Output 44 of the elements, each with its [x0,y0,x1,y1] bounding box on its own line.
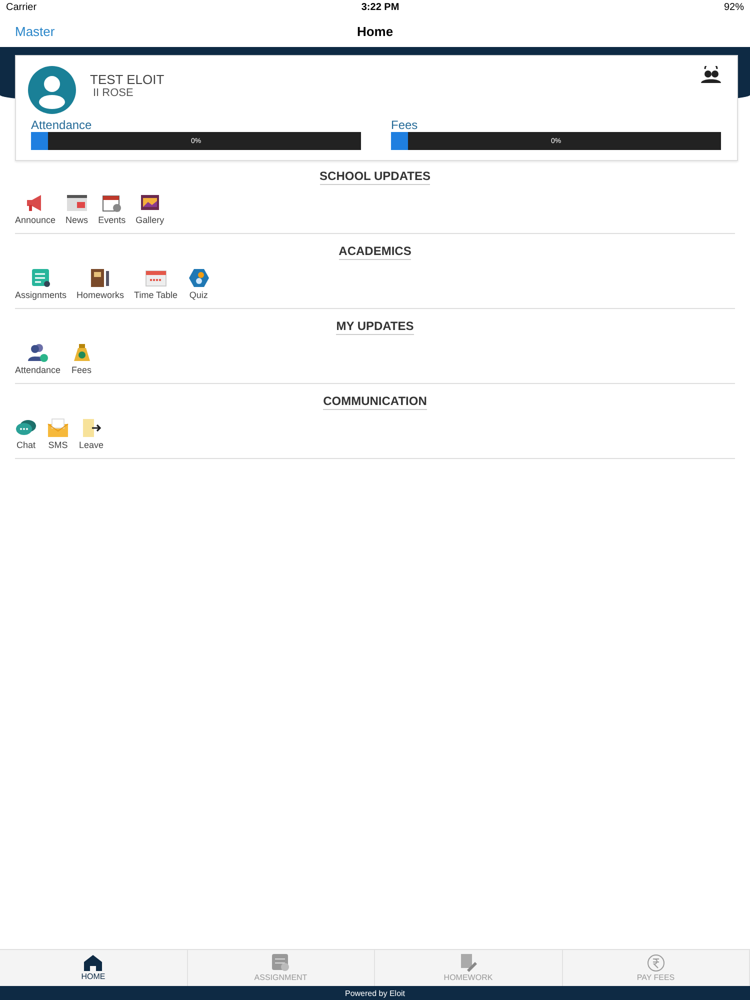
menu-tile[interactable]: Fees [70,343,93,375]
people-icon [26,343,49,363]
page-title: Home [356,24,394,38]
newspaper-icon [66,193,88,213]
menu-tile[interactable]: Quiz [188,268,210,300]
chat-icon [15,418,37,438]
meter-label: Fees [391,118,419,132]
section-title: MY UPDATES [336,319,414,335]
clock: 3:22 PM [361,2,400,13]
menu-tile[interactable]: Homeworks [76,268,124,300]
menu-tile[interactable]: Chat [15,418,37,450]
pencil-document-icon [459,954,478,972]
section-title: COMMUNICATION [323,394,427,410]
envelope-icon [47,418,69,438]
home-icon [84,955,102,971]
checklist-icon [30,268,52,288]
checklist-icon [272,954,290,972]
notebook-icon [89,268,112,288]
section-title: SCHOOL UPDATES [320,169,430,185]
timetable-icon [144,268,167,288]
menu-tile[interactable]: Time Table [134,268,178,300]
menu-tile[interactable]: Leave [79,418,104,450]
rupee-icon [646,954,665,972]
switch-user-icon[interactable] [701,66,721,84]
menu-tile[interactable]: SMS [47,418,69,450]
menu-tile[interactable]: News [66,193,88,225]
hexagon-icon [188,268,210,288]
student-name: TEST ELOIT [90,72,164,87]
back-link[interactable]: Master [15,24,55,38]
carrier-label: Carrier [6,2,37,13]
battery-percent: 92% [724,2,744,13]
meter-label: Attendance [31,118,93,132]
gallery-icon [138,193,161,213]
avatar-icon [28,66,76,114]
student-class: II ROSE [93,87,134,99]
menu-tile[interactable]: Announce [15,193,56,225]
footer-text: Powered by Eloit [0,986,750,1000]
menu-tile[interactable]: Assignments [15,268,67,300]
menu-tile[interactable]: Gallery [136,193,164,225]
menu-tile[interactable]: Attendance [15,343,61,375]
calendar-icon [100,193,123,213]
menu-tile[interactable]: Events [98,193,126,225]
exit-icon [80,418,102,438]
section-title: ACADEMICS [338,244,412,260]
